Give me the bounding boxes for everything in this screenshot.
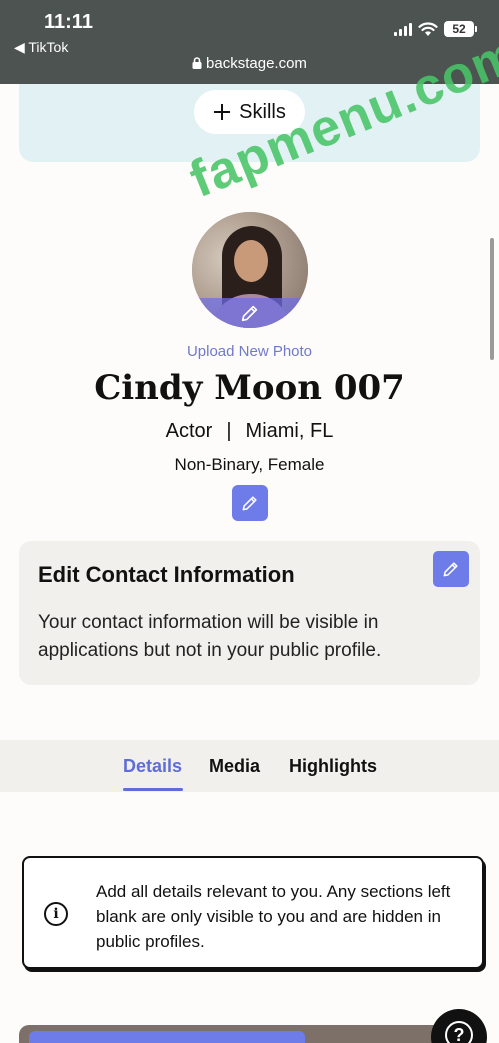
upload-photo-link[interactable]: Upload New Photo — [0, 343, 499, 360]
tab-highlights[interactable]: Highlights — [289, 756, 377, 777]
avatar-edit-overlay[interactable] — [192, 298, 308, 328]
status-icons: 52 — [394, 21, 477, 37]
url-text: backstage.com — [206, 55, 307, 72]
info-text: Add all details relevant to you. Any sec… — [96, 882, 451, 951]
role-location-line: Actor | Miami, FL — [0, 420, 499, 443]
tab-details[interactable]: Details — [123, 756, 182, 777]
profile-location: Miami, FL — [245, 420, 334, 442]
contact-description: Your contact information will be visible… — [38, 612, 382, 661]
lock-icon — [192, 57, 202, 69]
tab-media[interactable]: Media — [209, 756, 260, 777]
info-icon: i — [44, 902, 68, 926]
active-tab-indicator — [123, 788, 183, 791]
section-banner[interactable] — [29, 1031, 305, 1043]
cellular-signal-icon — [394, 22, 412, 36]
avatar[interactable] — [192, 212, 308, 328]
back-to-app-link[interactable]: ◀ TikTok — [14, 39, 68, 56]
profile-name: Cindy Moon 007 — [94, 368, 405, 408]
pencil-icon — [241, 305, 258, 322]
profile-role: Actor — [165, 420, 213, 442]
role-separator: | — [226, 420, 232, 442]
plus-icon — [214, 104, 231, 120]
help-button[interactable]: ? — [431, 1009, 487, 1043]
contact-title: Edit Contact Information — [38, 562, 295, 587]
pencil-icon — [443, 562, 458, 577]
profile-tabs: Details Media Highlights — [0, 740, 499, 792]
contact-info-card: Edit Contact Information Your contact in… — [19, 541, 480, 685]
status-time: 11:11 — [44, 11, 93, 33]
edit-profile-button[interactable] — [232, 485, 268, 521]
wifi-icon — [418, 21, 438, 36]
battery-level: 52 — [444, 21, 474, 37]
info-notice: i Add all details relevant to you. Any s… — [22, 856, 484, 969]
next-section-card — [19, 1025, 480, 1043]
scrollbar[interactable] — [490, 238, 494, 360]
profile-gender: Non-Binary, Female — [174, 455, 325, 474]
battery-icon: 52 — [444, 21, 477, 37]
question-icon: ? — [445, 1021, 473, 1043]
pencil-icon — [242, 496, 257, 511]
edit-contact-button[interactable] — [433, 551, 469, 587]
